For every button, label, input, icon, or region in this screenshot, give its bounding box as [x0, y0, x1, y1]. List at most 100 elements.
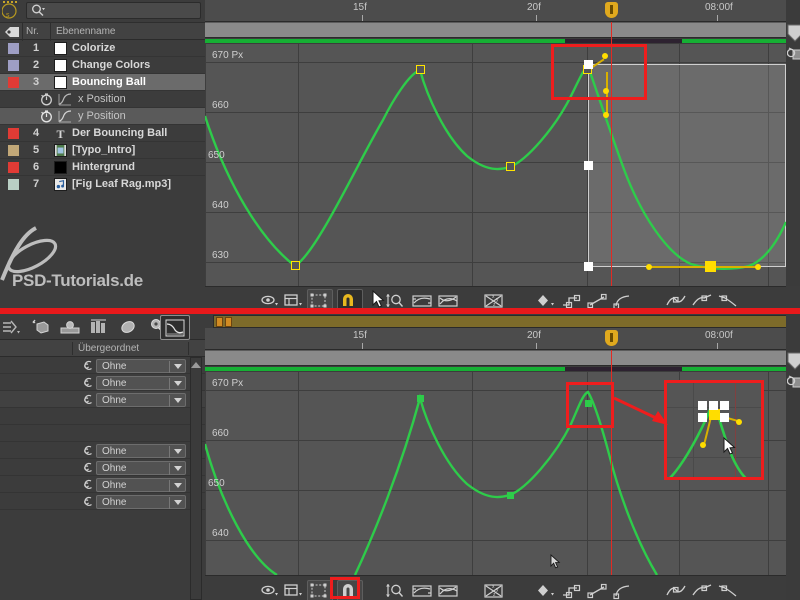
parent-dropdown[interactable]: Ohne	[96, 393, 186, 407]
layer-name[interactable]: Hintergrund	[72, 161, 135, 173]
parent-pickwhip-icon[interactable]	[82, 394, 94, 406]
frame-blend-icon[interactable]	[89, 318, 109, 336]
auto-zoom-icon[interactable]	[385, 582, 407, 600]
graph-editor-icon[interactable]	[165, 319, 185, 337]
layer-row[interactable]: 7 [Fig Leaf Rag.mp3]	[0, 176, 205, 193]
layer-row[interactable]: 2 Change Colors	[0, 57, 205, 74]
layer-color-swatch[interactable]	[8, 128, 19, 139]
shy-icon[interactable]	[60, 318, 80, 336]
search-icon[interactable]	[31, 4, 45, 17]
keyframe[interactable]	[291, 261, 300, 270]
linear-keyframe-icon[interactable]	[587, 582, 609, 600]
layer-color-swatch[interactable]	[8, 43, 19, 54]
parent-pickwhip-icon[interactable]	[82, 360, 94, 372]
mouse-cursor-callout	[723, 437, 737, 457]
keyframe[interactable]	[417, 395, 424, 402]
layer-name[interactable]: Bouncing Ball	[72, 76, 146, 88]
fit-selection-icon[interactable]	[411, 582, 433, 600]
time-marker-handle-icon[interactable]	[787, 352, 800, 370]
work-area-bar[interactable]	[213, 315, 787, 328]
bezier-handle-line[interactable]	[648, 266, 758, 268]
parent-dropdown[interactable]: Ohne	[96, 495, 186, 509]
graph-icon[interactable]	[58, 110, 72, 123]
parent-pickwhip-icon[interactable]	[82, 496, 94, 508]
keyframe[interactable]	[416, 65, 425, 74]
stopwatch-icon[interactable]	[40, 93, 53, 106]
transform-handle[interactable]	[709, 401, 718, 410]
layer-color-swatch[interactable]	[8, 60, 19, 71]
show-graph-options-icon[interactable]	[283, 582, 305, 600]
quality-icon[interactable]	[118, 318, 138, 336]
transform-handle[interactable]	[698, 401, 707, 410]
transform-handle[interactable]	[720, 413, 729, 422]
easy-ease-icon[interactable]	[665, 582, 687, 600]
bezier-handle[interactable]	[603, 112, 609, 118]
snapshot-camera-icon[interactable]	[787, 374, 800, 389]
bezier-handle[interactable]	[736, 419, 742, 425]
search-input[interactable]	[26, 2, 201, 19]
layer-tag-icon	[4, 26, 20, 38]
layer-name[interactable]: Change Colors	[72, 59, 150, 71]
layer-number: 6	[26, 161, 46, 173]
separate-dimensions-icon[interactable]: x y z	[483, 582, 505, 600]
keyframe-selected[interactable]	[709, 409, 720, 420]
transform-handle[interactable]	[584, 161, 593, 170]
easy-ease-in-icon[interactable]	[691, 582, 713, 600]
graph-icon[interactable]	[58, 93, 72, 106]
parent-pickwhip-icon[interactable]	[82, 445, 94, 457]
playhead-handle-bottom[interactable]	[605, 330, 618, 346]
edit-keyframe-icon[interactable]	[535, 582, 557, 600]
layer-name[interactable]: Der Bouncing Ball	[72, 127, 167, 139]
keyframe[interactable]	[506, 162, 515, 171]
parent-pickwhip-icon[interactable]	[82, 479, 94, 491]
layer-name[interactable]: [Fig Leaf Rag.mp3]	[72, 178, 171, 190]
graph-editor-top[interactable]: 670 Px 660 650 640 630	[205, 44, 786, 286]
parent-dropdown[interactable]: Ohne	[96, 461, 186, 475]
easy-ease-out-icon[interactable]	[717, 582, 739, 600]
3d-layer-icon[interactable]	[31, 318, 51, 336]
parent-dropdown[interactable]: Ohne	[96, 359, 186, 373]
keyframe-selected[interactable]	[705, 261, 716, 272]
parent-pickwhip-icon[interactable]	[82, 377, 94, 389]
parent-pickwhip-icon[interactable]	[82, 462, 94, 474]
layer-color-swatch[interactable]	[8, 145, 19, 156]
bezier-handle[interactable]	[700, 442, 706, 448]
time-bar-bottom[interactable]	[205, 350, 786, 366]
layer-row[interactable]: 1 Colorize	[0, 40, 205, 57]
layer-color-swatch[interactable]	[8, 179, 19, 190]
parent-row-empty	[0, 408, 205, 425]
property-row-y-position[interactable]: y Position	[0, 108, 205, 125]
keyframe[interactable]	[507, 492, 514, 499]
layer-name[interactable]: [Typo_Intro]	[72, 144, 135, 156]
snapshot-camera-icon[interactable]	[787, 46, 800, 61]
time-bar[interactable]	[205, 22, 786, 38]
layer-color-swatch[interactable]	[8, 162, 19, 173]
bezier-handle[interactable]	[646, 264, 652, 270]
show-selected-properties-icon[interactable]	[259, 582, 281, 600]
layer-row-selected[interactable]: 3 Bouncing Ball	[0, 74, 205, 91]
vertical-scrollbar[interactable]	[190, 357, 202, 600]
parent-dropdown[interactable]: Ohne	[96, 478, 186, 492]
time-marker-handle-icon[interactable]	[787, 24, 800, 42]
layer-row[interactable]: 6 Hintergrund	[0, 159, 205, 176]
parent-dropdown[interactable]: Ohne	[96, 444, 186, 458]
time-ruler-bottom[interactable]: 15f 20f 08:00f	[205, 328, 786, 350]
layer-row[interactable]: 4 T Der Bouncing Ball	[0, 125, 205, 142]
auto-bezier-icon[interactable]	[613, 582, 635, 600]
hold-keyframe-icon[interactable]	[561, 582, 583, 600]
layer-row[interactable]: 5 [Typo_Intro]	[0, 142, 205, 159]
bezier-handle[interactable]	[755, 264, 761, 270]
motion-blur-icon[interactable]	[2, 318, 22, 336]
parent-dropdown[interactable]: Ohne	[96, 376, 186, 390]
transform-handle[interactable]	[584, 262, 593, 271]
time-ruler[interactable]: 15f 20f 08:00f	[205, 0, 786, 22]
fit-all-icon[interactable]	[437, 582, 459, 600]
layer-color-swatch[interactable]	[8, 77, 19, 88]
layer-name[interactable]: Colorize	[72, 42, 115, 54]
transform-handle[interactable]	[720, 401, 729, 410]
playhead-handle[interactable]	[605, 2, 618, 18]
show-transform-box-icon[interactable]	[309, 582, 331, 600]
property-row-x-position[interactable]: x Position	[0, 91, 205, 108]
transform-handle[interactable]	[698, 413, 707, 422]
stopwatch-icon[interactable]	[40, 110, 53, 123]
